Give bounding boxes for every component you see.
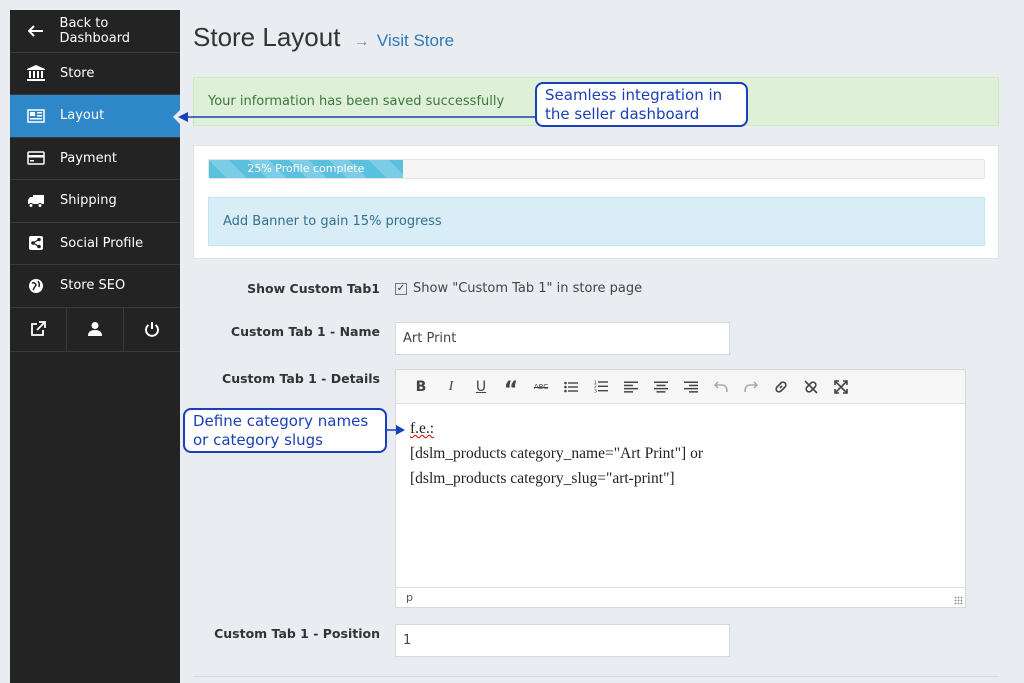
globe-icon [26,278,46,294]
editor-line: [dslm_products category_slug="art-print"… [410,470,675,487]
callout-line: Define category names [193,412,369,430]
sidebar-item-label: Layout [60,108,105,124]
bank-icon [26,65,46,82]
show-custom-tab-checkbox[interactable]: ✓ [395,282,407,295]
show-custom-tab-checkbox-row[interactable]: ✓ Show "Custom Tab 1" in store page [395,281,642,296]
align-left-icon[interactable] [616,375,646,399]
external-link-icon[interactable] [10,307,67,351]
sidebar-item-label: Social Profile [60,235,144,251]
arrow-left-icon [26,23,46,39]
bullet-list-icon[interactable] [556,375,586,399]
custom-tab-name-label: Custom Tab 1 - Name [230,324,380,339]
divider [193,676,999,677]
callout-dashboard-integration: Seamless integration in the seller dashb… [535,82,748,127]
sidebar-item-store-seo[interactable]: Store SEO [10,265,180,308]
profile-progress-panel: 25% Profile complete Add Banner to gain … [193,145,999,259]
redo-icon[interactable] [736,375,766,399]
callout-line: Seamless integration in [545,86,723,104]
share-icon [26,235,46,251]
editor-toolbar: B I U “ ABC 123 [396,370,965,404]
sidebar-item-back-to-dashboard[interactable]: Back to Dashboard [10,10,180,53]
editor-line: f.e.: [410,420,435,437]
sidebar-item-shipping[interactable]: Shipping [10,180,180,223]
strikethrough-icon[interactable]: ABC [526,375,556,399]
user-icon[interactable] [67,307,124,351]
align-center-icon[interactable] [646,375,676,399]
sidebar-item-label: Payment [60,150,117,166]
callout-line: the seller dashboard [545,105,700,123]
sidebar-bottom-actions [10,307,180,352]
underline-icon[interactable]: U [466,375,496,399]
sidebar-item-label: Back to Dashboard [59,15,131,46]
credit-card-icon [26,150,46,166]
sidebar-item-payment[interactable]: Payment [10,138,180,180]
editor-content[interactable]: f.e.: [dslm_products category_name="Art … [396,404,965,503]
custom-tab-details-label: Custom Tab 1 - Details [222,371,380,386]
resize-handle[interactable] [954,596,963,605]
bold-icon[interactable]: B [406,375,436,399]
align-right-icon[interactable] [676,375,706,399]
sidebar-item-store[interactable]: Store [10,53,180,95]
power-icon[interactable] [124,308,180,351]
sidebar-item-social-profile[interactable]: Social Profile [10,223,180,265]
sidebar: Back to Dashboard Store Layout Payment S… [10,10,181,683]
fullscreen-icon[interactable] [826,375,856,399]
numbered-list-icon[interactable]: 123 [586,375,616,399]
svg-text:3: 3 [594,389,597,394]
visit-store-link[interactable]: Visit Store [377,31,454,50]
blockquote-icon[interactable]: “ [496,375,526,403]
callout-line: or category slugs [193,431,323,449]
page-title-text: Store Layout [193,22,341,52]
sidebar-item-label: Shipping [60,193,117,209]
undo-icon[interactable] [706,375,736,399]
show-custom-tab-checkbox-label: Show "Custom Tab 1" in store page [413,281,643,296]
page-title: Store Layout → Visit Store [193,22,454,53]
profile-progress: 25% Profile complete [208,159,985,179]
element-path[interactable]: p [406,591,413,604]
show-custom-tab-label: Show Custom Tab1 [247,281,380,296]
sidebar-item-label: Store [60,65,95,81]
custom-tab-name-input[interactable]: Art Print [395,322,730,355]
custom-tab-position-label: Custom Tab 1 - Position [214,626,380,641]
unlink-icon[interactable] [796,375,826,399]
truck-icon [26,193,46,209]
link-icon[interactable] [766,375,796,399]
details-editor: B I U “ ABC 123 f.e.: [dslm_products cat… [395,369,966,608]
sidebar-item-label: Store SEO [60,278,126,294]
sidebar-item-layout[interactable]: Layout [10,95,181,138]
custom-tab-position-input[interactable]: 1 [395,624,730,657]
info-alert: Add Banner to gain 15% progress [208,197,985,246]
callout-category-names: Define category names or category slugs [183,408,387,453]
italic-icon[interactable]: I [436,375,466,399]
arrow-right-icon: → [353,33,370,50]
editor-statusbar: p [396,587,965,607]
progress-bar: 25% Profile complete [209,160,403,178]
editor-line: [dslm_products category_name="Art Print"… [410,445,704,462]
newspaper-icon [26,108,46,124]
